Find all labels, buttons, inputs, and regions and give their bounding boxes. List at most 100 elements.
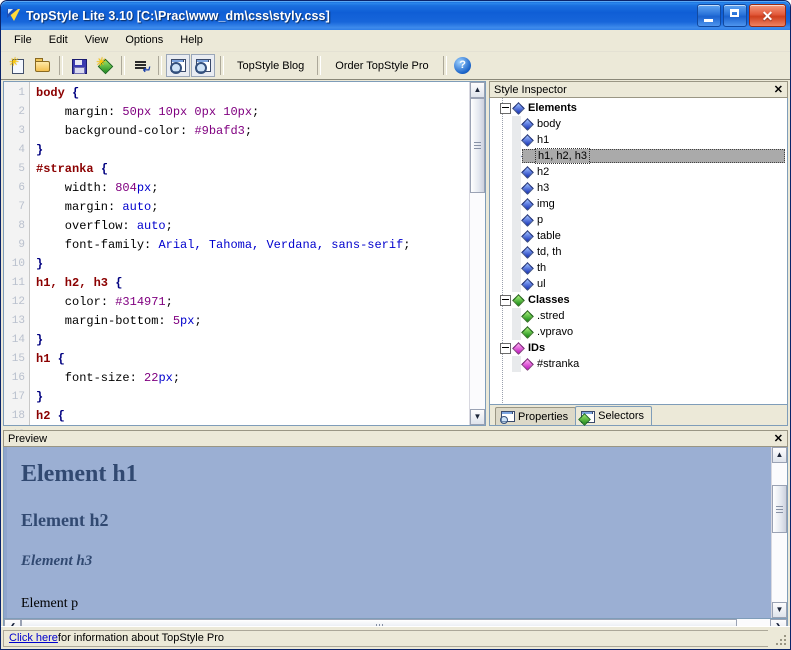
tree-collapse-icon[interactable]	[500, 342, 511, 354]
css-source-text[interactable]: body { margin: 50px 10px 0px 10px; backg…	[30, 82, 469, 425]
preview-scroll-track[interactable]	[772, 463, 787, 602]
order-topstyle-pro-button[interactable]: Order TopStyle Pro	[325, 60, 438, 72]
editor-scroll-up-button[interactable]: ▲	[470, 82, 485, 98]
tree-collapse-icon[interactable]	[500, 102, 511, 114]
tree-item-vpravo[interactable]: .vpravo	[490, 324, 787, 340]
status-text: for information about TopStyle Pro	[57, 632, 225, 644]
code-line[interactable]: overflow: auto;	[36, 217, 469, 236]
tree-item-label: h1, h2, h3	[535, 148, 590, 164]
code-line[interactable]: margin: 50px 10px 0px 10px;	[36, 103, 469, 122]
code-line[interactable]: body {	[36, 84, 469, 103]
code-token: :	[100, 295, 116, 309]
topstyle-blog-button[interactable]: TopStyle Blog	[228, 60, 313, 72]
menu-bar: File Edit View Options Help	[1, 30, 790, 52]
main-split: 1234567891011121314151617181920 body { m…	[1, 80, 790, 460]
topstyle-logo-icon	[5, 7, 22, 24]
line-number: 16	[11, 372, 25, 384]
code-line[interactable]: }	[36, 388, 469, 407]
code-token: {	[100, 162, 109, 176]
inspect-style-button[interactable]	[191, 54, 215, 77]
tree-item-stred[interactable]: .stred	[490, 308, 787, 324]
preview-vertical-scrollbar[interactable]: ▲ ▼	[771, 447, 787, 618]
tree-item-ids[interactable]: IDs	[490, 340, 787, 356]
tree-item-ul[interactable]: ul	[490, 276, 787, 292]
code-line[interactable]: color: #314971;	[36, 293, 469, 312]
tab-properties[interactable]: Properties	[495, 407, 577, 425]
preview-scroll-thumb[interactable]	[772, 485, 787, 533]
preview-close-icon[interactable]: ✕	[774, 432, 783, 446]
inspect-style-icon	[194, 57, 212, 74]
code-token: body	[36, 86, 65, 100]
code-line[interactable]: }	[36, 255, 469, 274]
preview-title: Preview	[8, 432, 48, 445]
code-line[interactable]: font-size: 22px;	[36, 369, 469, 388]
menu-view[interactable]: View	[77, 32, 118, 49]
tree-item-p[interactable]: p	[490, 212, 787, 228]
tree-item-body[interactable]: body	[490, 116, 787, 132]
line-number: 6	[18, 182, 25, 194]
code-line[interactable]: margin-bottom: 5px;	[36, 312, 469, 331]
topstyle-application-window: TopStyle Lite 3.10 [C:\Prac\www_dm\css\s…	[0, 0, 791, 650]
tree-item-img[interactable]: img	[490, 196, 787, 212]
tree-item-h1[interactable]: h1	[490, 132, 787, 148]
code-line[interactable]: background-color: #9bafd3;	[36, 122, 469, 141]
tree-item-classes[interactable]: Classes	[490, 292, 787, 308]
menu-help[interactable]: Help	[172, 32, 212, 49]
code-token: 804	[115, 181, 137, 195]
style-inspector-close-icon[interactable]: ✕	[774, 83, 783, 97]
new-document-button[interactable]: ✳	[5, 54, 29, 77]
line-number: 7	[18, 201, 25, 213]
click-here-link[interactable]: Click here	[9, 632, 58, 644]
menu-file[interactable]: File	[6, 32, 41, 49]
tree-item-th[interactable]: th	[490, 260, 787, 276]
code-line[interactable]: h2 {	[36, 407, 469, 425]
word-wrap-button[interactable]: ↵	[129, 54, 153, 77]
help-button[interactable]: ?	[451, 54, 475, 77]
title-bar: TopStyle Lite 3.10 [C:\Prac\www_dm\css\s…	[1, 1, 790, 30]
editor-scroll-track[interactable]	[470, 98, 485, 409]
scroll-grip-icon	[776, 505, 783, 513]
css-editor[interactable]: 1234567891011121314151617181920 body { m…	[3, 81, 486, 460]
toolbar: ✳ ✳ ↵ TopStyle Blog Order TopStyle Pro ?	[1, 52, 790, 80]
close-button[interactable]: ✕	[749, 4, 786, 27]
tree-collapse-icon[interactable]	[500, 294, 511, 306]
tree-item-elements[interactable]: Elements	[490, 100, 787, 116]
minimize-button[interactable]	[697, 4, 721, 27]
editor-scroll-down-button[interactable]: ▼	[470, 409, 485, 425]
code-token: #stranka	[36, 162, 94, 176]
tree-item-td-th[interactable]: td, th	[490, 244, 787, 260]
code-line[interactable]: h1 {	[36, 350, 469, 369]
maximize-button[interactable]	[723, 4, 747, 27]
resize-grip-icon[interactable]	[772, 630, 788, 647]
new-style-button[interactable]: ✳	[92, 54, 116, 77]
code-line[interactable]: }	[36, 331, 469, 350]
tree-item-table[interactable]: table	[490, 228, 787, 244]
preview-scroll-up-button[interactable]: ▲	[772, 447, 787, 463]
preview-scroll-down-button[interactable]: ▼	[772, 602, 787, 618]
tree-item-h2[interactable]: h2	[490, 164, 787, 180]
tree-item-h1-h2-h3[interactable]: h1, h2, h3	[490, 148, 787, 164]
open-file-button[interactable]	[30, 54, 54, 77]
code-token: width	[36, 181, 101, 195]
tab-selectors[interactable]: Selectors	[575, 406, 652, 426]
code-line[interactable]: #stranka {	[36, 160, 469, 179]
tree-item-stranka[interactable]: #stranka	[490, 356, 787, 372]
tree-item-label: #stranka	[537, 358, 580, 370]
code-line[interactable]: margin: auto;	[36, 198, 469, 217]
tree-item-h3[interactable]: h3	[490, 180, 787, 196]
menu-edit[interactable]: Edit	[41, 32, 77, 49]
code-token: {	[57, 409, 65, 423]
code-line[interactable]: width: 804px;	[36, 179, 469, 198]
code-line[interactable]: }	[36, 141, 469, 160]
save-file-button[interactable]	[67, 54, 91, 77]
code-line[interactable]: h1, h2, h3 {	[36, 274, 469, 293]
editor-scroll-thumb[interactable]	[470, 98, 485, 193]
code-line[interactable]: font-family: Arial, Tahoma, Verdana, san…	[36, 236, 469, 255]
editor-vertical-scrollbar[interactable]: ▲ ▼	[469, 82, 485, 425]
selectors-tree[interactable]: Elements body h1 h1, h2, h3 h2 h3 img p table td,…	[489, 98, 788, 405]
line-number: 8	[18, 220, 25, 232]
code-token: :	[180, 124, 195, 138]
menu-options[interactable]: Options	[117, 32, 172, 49]
help-question-icon: ?	[454, 57, 472, 74]
preview-window-button[interactable]	[166, 54, 190, 77]
